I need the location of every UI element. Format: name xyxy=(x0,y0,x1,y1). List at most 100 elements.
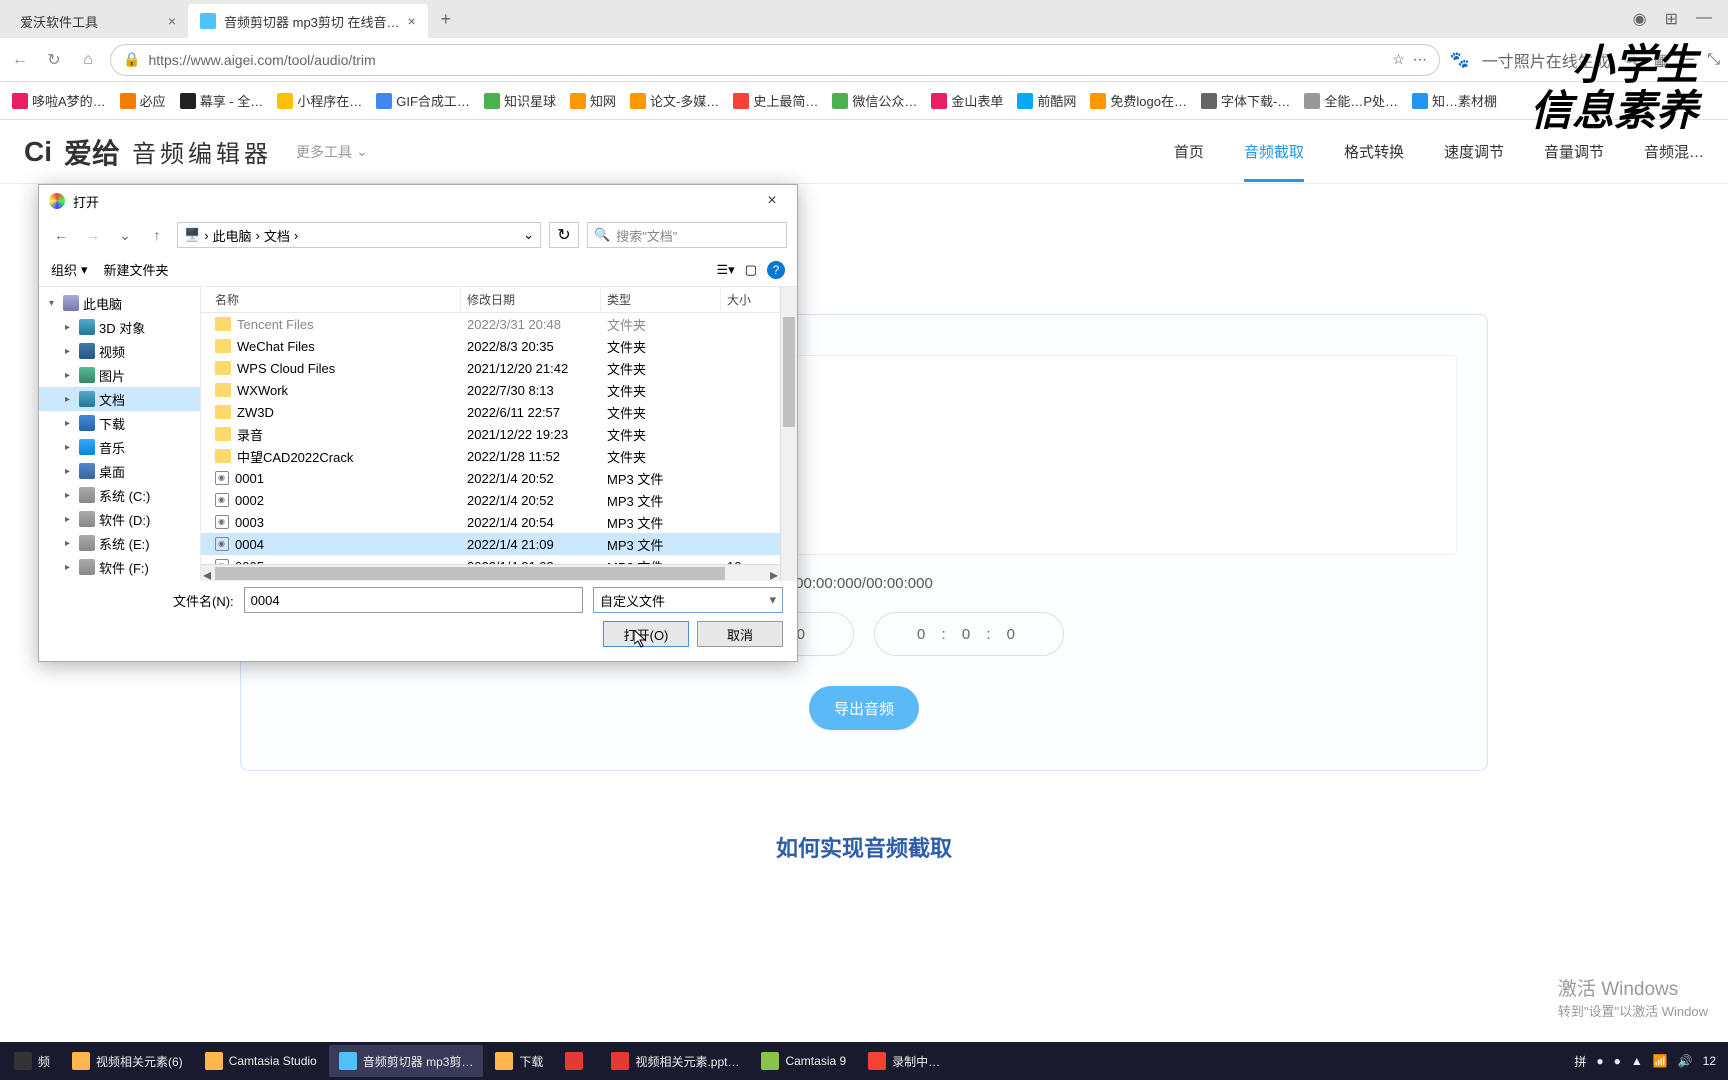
recent-dropdown[interactable]: ⌄ xyxy=(113,227,137,244)
system-tray[interactable]: 拼 ● ● ▲ 📶 🔊 12 xyxy=(1574,1053,1724,1070)
taskbar-item[interactable]: 音频剪切器 mp3剪… xyxy=(329,1045,484,1077)
taskbar-item[interactable]: 下载 xyxy=(485,1045,553,1077)
bookmark-item[interactable]: 论文-多媒… xyxy=(626,89,723,112)
tree-item[interactable]: ▾此电脑 xyxy=(39,291,200,315)
taskbar-item[interactable]: 录制中… xyxy=(858,1045,950,1077)
bookmark-item[interactable]: GIF合成工… xyxy=(372,89,474,112)
bookmark-item[interactable]: 字体下载-… xyxy=(1197,89,1294,112)
file-row[interactable]: WPS Cloud Files2021/12/20 21:42文件夹 xyxy=(201,357,780,379)
organize-button[interactable]: 组织 ▾ xyxy=(51,260,88,279)
browser-tab[interactable]: 爱沃软件工具 × xyxy=(8,4,188,38)
back-button[interactable]: ← xyxy=(49,227,73,243)
nav-item[interactable]: 音量调节 xyxy=(1544,121,1604,182)
minimize-icon[interactable]: — xyxy=(1696,9,1712,29)
breadcrumb[interactable]: 🖥️ › 此电脑 › 文档 › ⌄ xyxy=(177,222,541,248)
star-icon[interactable]: ☆ xyxy=(1392,51,1405,68)
col-type[interactable]: 类型 xyxy=(601,287,721,312)
more-icon[interactable]: ⋯ xyxy=(1413,51,1427,68)
url-input[interactable]: 🔒 https://www.aigei.com/tool/audio/trim … xyxy=(110,44,1440,76)
bookmark-item[interactable]: 史上最简… xyxy=(729,89,822,112)
chevron-down-icon[interactable]: ⌄ xyxy=(523,227,534,243)
sidebar-link[interactable]: 一寸照片在线生成 xyxy=(1482,48,1610,72)
back-button[interactable]: ← xyxy=(8,48,32,72)
tree-item[interactable]: ▸软件 (D:) xyxy=(39,507,200,531)
tree-item[interactable]: ▸桌面 xyxy=(39,459,200,483)
bookmark-item[interactable]: 知网 xyxy=(566,89,620,112)
tree-item[interactable]: ▸系统 (C:) xyxy=(39,483,200,507)
file-row[interactable]: 录音2021/12/22 19:23文件夹 xyxy=(201,423,780,445)
taskbar-item[interactable]: Camtasia Studio xyxy=(195,1045,327,1077)
scrollbar-thumb[interactable] xyxy=(215,567,725,580)
ime-icon[interactable]: 拼 xyxy=(1574,1053,1586,1070)
tree-item[interactable]: ▸音乐 xyxy=(39,435,200,459)
taskbar-item[interactable]: 视频相关元素.ppt… xyxy=(601,1045,749,1077)
view-button[interactable]: ☰▾ xyxy=(717,262,735,278)
tree-item[interactable]: ▸下载 xyxy=(39,411,200,435)
vertical-scrollbar[interactable] xyxy=(780,287,797,581)
file-row[interactable]: 00052022/1/4 21:03MP3 文件10 xyxy=(201,555,780,564)
refresh-button[interactable]: ↻ xyxy=(549,222,579,248)
bookmark-item[interactable]: 微信公众… xyxy=(828,89,921,112)
filetype-select[interactable]: 自定义文件 xyxy=(593,587,783,613)
folder-tree[interactable]: ▾此电脑▸3D 对象▸视频▸图片▸文档▸下载▸音乐▸桌面▸系统 (C:)▸软件 … xyxy=(39,287,201,581)
volume-icon[interactable]: 🔊 xyxy=(1678,1054,1693,1068)
new-folder-button[interactable]: 新建文件夹 xyxy=(104,260,169,279)
tree-arrow-icon[interactable]: ▸ xyxy=(65,418,75,429)
open-button[interactable]: 打开(O) xyxy=(603,621,689,647)
tree-arrow-icon[interactable]: ▸ xyxy=(65,442,75,453)
search-input[interactable]: 🔍 搜索"文档" xyxy=(587,222,787,248)
preview-button[interactable]: ▢ xyxy=(745,262,757,278)
bookmark-item[interactable]: 金山表单 xyxy=(927,89,1007,112)
file-row[interactable]: 00042022/1/4 21:09MP3 文件 xyxy=(201,533,780,555)
tray-icon[interactable]: ▲ xyxy=(1631,1054,1643,1068)
tree-arrow-icon[interactable]: ▾ xyxy=(49,298,59,309)
close-icon[interactable]: × xyxy=(408,13,416,29)
tree-item[interactable]: ▸视频 xyxy=(39,339,200,363)
taskbar-item[interactable]: 视频相关元素(6) xyxy=(62,1045,193,1077)
tree-item[interactable]: ▸软件 (F:) xyxy=(39,555,200,579)
file-row[interactable]: ZW3D2022/6/11 22:57文件夹 xyxy=(201,401,780,423)
file-row[interactable]: WXWork2022/7/30 8:13文件夹 xyxy=(201,379,780,401)
extension-icon[interactable]: ⊞ xyxy=(1665,9,1678,29)
taskbar-item[interactable] xyxy=(555,1045,599,1077)
bookmark-item[interactable]: 哆啦A梦的… xyxy=(8,89,110,112)
bookmark-item[interactable]: 前酷网 xyxy=(1013,89,1080,112)
nav-item[interactable]: 格式转换 xyxy=(1344,121,1404,182)
tree-arrow-icon[interactable]: ▸ xyxy=(65,394,75,405)
tree-item[interactable]: ▸系统 (E:) xyxy=(39,531,200,555)
tray-icon[interactable]: ● xyxy=(1614,1054,1621,1068)
bookmark-item[interactable]: 全能…P处… xyxy=(1300,89,1402,112)
file-row[interactable]: 中望CAD2022Crack2022/1/28 11:52文件夹 xyxy=(201,445,780,467)
tree-item[interactable]: ▸图片 xyxy=(39,363,200,387)
horizontal-scrollbar[interactable]: ◂ ▸ xyxy=(201,564,780,581)
menu-icon[interactable]: ☰ xyxy=(1681,50,1695,70)
tree-item[interactable]: ▸3D 对象 xyxy=(39,315,200,339)
file-row[interactable]: 00012022/1/4 20:52MP3 文件 xyxy=(201,467,780,489)
reload-button[interactable]: ↻ xyxy=(42,48,66,72)
network-icon[interactable]: 📶 xyxy=(1653,1054,1668,1068)
file-row[interactable]: 00022022/1/4 20:52MP3 文件 xyxy=(201,489,780,511)
file-row[interactable]: WeChat Files2022/8/3 20:35文件夹 xyxy=(201,335,780,357)
col-size[interactable]: 大小 xyxy=(721,287,771,312)
new-tab-button[interactable]: + xyxy=(432,5,460,33)
tree-arrow-icon[interactable]: ▸ xyxy=(65,346,75,357)
file-row[interactable]: Tencent Files2022/3/31 20:48文件夹 xyxy=(201,313,780,335)
tree-arrow-icon[interactable]: ▸ xyxy=(65,490,75,501)
tree-arrow-icon[interactable]: ▸ xyxy=(65,322,75,333)
close-icon[interactable]: × xyxy=(168,13,176,29)
help-icon[interactable]: ? xyxy=(767,261,785,279)
file-row[interactable]: 00032022/1/4 20:54MP3 文件 xyxy=(201,511,780,533)
tree-arrow-icon[interactable]: ▸ xyxy=(65,538,75,549)
cancel-button[interactable]: 取消 xyxy=(697,621,783,647)
apps-icon[interactable]: ▦ xyxy=(1654,50,1669,70)
nav-item[interactable]: 音频截取 xyxy=(1244,121,1304,182)
filename-input[interactable] xyxy=(244,587,583,613)
nav-item[interactable]: 首页 xyxy=(1174,121,1204,182)
account-icon[interactable]: ◉ xyxy=(1633,9,1647,29)
end-time-input[interactable]: 0 : 0 : 0 xyxy=(874,612,1064,656)
tree-arrow-icon[interactable]: ▸ xyxy=(65,562,75,573)
column-headers[interactable]: 名称 修改日期 类型 大小 xyxy=(201,287,780,313)
nav-item[interactable]: 音频混… xyxy=(1644,121,1704,182)
tree-arrow-icon[interactable]: ▸ xyxy=(65,514,75,525)
bookmark-item[interactable]: 幕享 - 全… xyxy=(176,89,268,112)
